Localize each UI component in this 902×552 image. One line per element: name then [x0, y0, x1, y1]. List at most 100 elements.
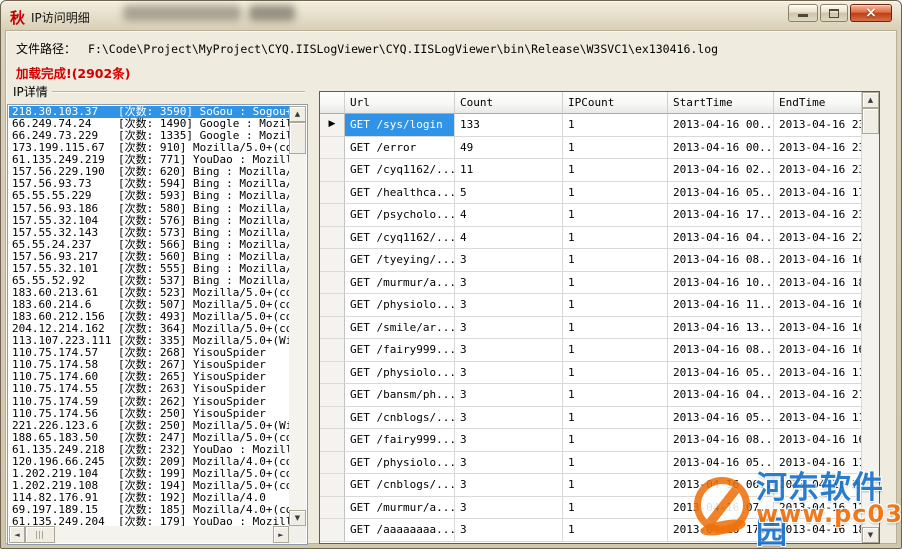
table-row[interactable]: GET /error4912013-04-16 00...2013-04-16 … — [320, 137, 862, 160]
cell-count[interactable]: 5 — [455, 182, 563, 205]
cell-count[interactable]: 3 — [455, 474, 563, 497]
cell-url[interactable]: GET /bansm/ph... — [345, 384, 455, 407]
cell-starttime[interactable]: 2013-04-16 07... — [668, 497, 774, 520]
scroll-down-button[interactable]: ▼ — [862, 527, 879, 543]
cell-ipcount[interactable]: 1 — [563, 182, 668, 205]
cell-count[interactable]: 133 — [455, 114, 563, 137]
cell-count[interactable]: 3 — [455, 429, 563, 452]
cell-ipcount[interactable]: 1 — [563, 429, 668, 452]
cell-url[interactable]: GET /cnblogs/... — [345, 407, 455, 430]
row-header-cell[interactable] — [320, 474, 345, 497]
cell-url[interactable]: GET /physiolo... — [345, 362, 455, 385]
cell-starttime[interactable]: 2013-04-16 05... — [668, 407, 774, 430]
vertical-scroll-thumb[interactable] — [289, 122, 306, 154]
cell-count[interactable]: 3 — [455, 249, 563, 272]
cell-starttime[interactable]: 2013-04-16 08... — [668, 339, 774, 362]
table-row[interactable]: GET /physiolo...312013-04-16 05...2013-0… — [320, 452, 862, 475]
cell-count[interactable]: 3 — [455, 362, 563, 385]
cell-endtime[interactable]: 2013-04-16 20... — [774, 474, 862, 497]
cell-url[interactable]: GET /tyeying/... — [345, 249, 455, 272]
row-header-cell[interactable] — [320, 452, 345, 475]
maximize-button[interactable] — [820, 4, 848, 22]
cell-count[interactable]: 3 — [455, 407, 563, 430]
cell-starttime[interactable]: 2013-04-16 06... — [668, 474, 774, 497]
cell-ipcount[interactable]: 1 — [563, 249, 668, 272]
cell-starttime[interactable]: 2013-04-16 05... — [668, 452, 774, 475]
cell-count[interactable]: 11 — [455, 159, 563, 182]
cell-endtime[interactable]: 2013-04-16 11... — [774, 362, 862, 385]
cell-endtime[interactable]: 2013-04-16 22... — [774, 227, 862, 250]
cell-count[interactable]: 3 — [455, 339, 563, 362]
cell-endtime[interactable]: 2013-04-16 12... — [774, 497, 862, 520]
table-row[interactable]: GET /fairy999...312013-04-16 08...2013-0… — [320, 429, 862, 452]
row-header-cell[interactable] — [320, 429, 345, 452]
cell-count[interactable]: 3 — [455, 519, 563, 542]
cell-ipcount[interactable]: 1 — [563, 272, 668, 295]
scroll-up-button[interactable]: ▲ — [289, 106, 306, 122]
cell-count[interactable]: 4 — [455, 227, 563, 250]
cell-ipcount[interactable]: 1 — [563, 137, 668, 160]
cell-url[interactable]: GET /error — [345, 137, 455, 160]
cell-ipcount[interactable]: 1 — [563, 452, 668, 475]
table-row[interactable]: GET /psycholo...412013-04-16 17...2013-0… — [320, 204, 862, 227]
row-header-cell[interactable] — [320, 339, 345, 362]
url-table[interactable]: UrlCountIPCountStartTimeEndTime ▶GET /sy… — [319, 91, 880, 544]
cell-ipcount[interactable]: 1 — [563, 362, 668, 385]
column-header-ipcount[interactable]: IPCount — [563, 92, 668, 114]
horizontal-scroll-thumb[interactable] — [25, 526, 55, 543]
row-header-cell[interactable] — [320, 227, 345, 250]
list-vertical-scrollbar[interactable]: ▲ ▼ — [289, 106, 306, 526]
cell-endtime[interactable]: 2013-04-16 23... — [774, 159, 862, 182]
column-header-count[interactable]: Count — [455, 92, 563, 114]
cell-url[interactable]: GET /smile/ar... — [345, 317, 455, 340]
cell-ipcount[interactable]: 1 — [563, 407, 668, 430]
cell-starttime[interactable]: 2013-04-16 08... — [668, 249, 774, 272]
cell-url[interactable]: GET /sys/login — [345, 114, 455, 137]
cell-starttime[interactable]: 2013-04-16 17... — [668, 519, 774, 542]
header-corner-cell[interactable] — [320, 92, 345, 114]
cell-count[interactable]: 3 — [455, 272, 563, 295]
cell-ipcount[interactable]: 1 — [563, 384, 668, 407]
column-header-url[interactable]: Url — [345, 92, 455, 114]
table-row[interactable]: GET /smile/ar...312013-04-16 13...2013-0… — [320, 317, 862, 340]
cell-ipcount[interactable]: 1 — [563, 114, 668, 137]
cell-endtime[interactable]: 2013-04-16 16... — [774, 249, 862, 272]
table-row[interactable]: GET /cnblogs/...312013-04-16 05...2013-0… — [320, 407, 862, 430]
table-row[interactable]: GET /cyq1162/...412013-04-16 04...2013-0… — [320, 227, 862, 250]
row-header-cell[interactable] — [320, 182, 345, 205]
row-header-cell[interactable] — [320, 497, 345, 520]
table-row[interactable]: GET /physiolo...312013-04-16 11...2013-0… — [320, 294, 862, 317]
cell-count[interactable]: 49 — [455, 137, 563, 160]
cell-ipcount[interactable]: 1 — [563, 317, 668, 340]
cell-url[interactable]: GET /murmur/a... — [345, 272, 455, 295]
row-header-cell[interactable] — [320, 362, 345, 385]
cell-ipcount[interactable]: 1 — [563, 339, 668, 362]
scroll-left-button[interactable]: ◄ — [9, 526, 25, 543]
cell-ipcount[interactable]: 1 — [563, 519, 668, 542]
cell-ipcount[interactable]: 1 — [563, 497, 668, 520]
cell-ipcount[interactable]: 1 — [563, 474, 668, 497]
cell-ipcount[interactable]: 1 — [563, 227, 668, 250]
table-row[interactable]: ▶GET /sys/login13312013-04-16 00...2013-… — [320, 114, 862, 137]
cell-starttime[interactable]: 2013-04-16 13... — [668, 317, 774, 340]
cell-ipcount[interactable]: 1 — [563, 294, 668, 317]
row-header-cell[interactable] — [320, 249, 345, 272]
cell-starttime[interactable]: 2013-04-16 11... — [668, 294, 774, 317]
title-bar[interactable]: 秋 IP访问明细 × — [1, 1, 901, 30]
cell-count[interactable]: 3 — [455, 452, 563, 475]
row-header-cell[interactable] — [320, 159, 345, 182]
cell-url[interactable]: GET /fairy999... — [345, 429, 455, 452]
vertical-scroll-thumb[interactable] — [862, 108, 879, 134]
row-header-cell[interactable] — [320, 272, 345, 295]
cell-endtime[interactable]: 2013-04-16 23... — [774, 137, 862, 160]
cell-url[interactable]: GET /psycholo... — [345, 204, 455, 227]
row-header-cell[interactable] — [320, 204, 345, 227]
row-header-cell[interactable]: ▶ — [320, 114, 345, 137]
minimize-button[interactable] — [788, 4, 818, 22]
cell-count[interactable]: 3 — [455, 497, 563, 520]
cell-starttime[interactable]: 2013-04-16 05... — [668, 362, 774, 385]
cell-starttime[interactable]: 2013-04-16 04... — [668, 227, 774, 250]
cell-url[interactable]: GET /physiolo... — [345, 452, 455, 475]
cell-starttime[interactable]: 2013-04-16 00... — [668, 114, 774, 137]
table-row[interactable]: GET /physiolo...312013-04-16 05...2013-0… — [320, 362, 862, 385]
